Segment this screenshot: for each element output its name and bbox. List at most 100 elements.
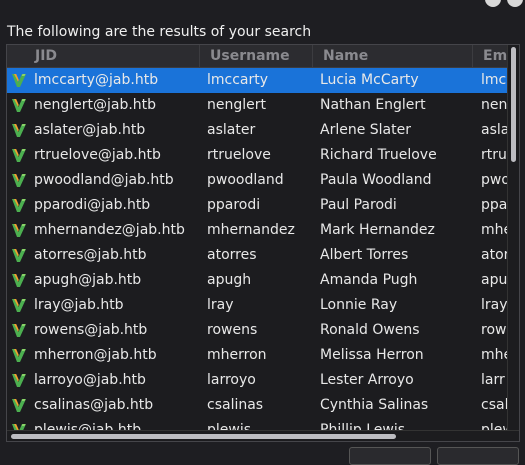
cell-username: mhernandez <box>207 222 295 238</box>
cell-name: Lonnie Ray <box>320 297 398 313</box>
cell-name: Melissa Herron <box>320 347 424 363</box>
cell-jid: csalinas@jab.htb <box>34 397 154 413</box>
cell-jid: aslater@jab.htb <box>34 122 146 138</box>
dialog-button-left[interactable] <box>349 447 431 465</box>
table-row[interactable]: csalinas@jab.htb csalinas Cynthia Salinas c… <box>7 393 507 418</box>
cell-name: Amanda Pugh <box>320 272 418 288</box>
cell-username: atorres <box>207 247 257 263</box>
cell-email: nen <box>481 97 507 113</box>
user-contact-icon <box>11 368 29 393</box>
table-row[interactable]: plewis@jab.htb plewis Phillip Lewis plew <box>7 418 507 430</box>
cell-name: Lucia McCarty <box>320 72 419 88</box>
dialog-button-right[interactable] <box>437 447 519 465</box>
table-row[interactable]: atorres@jab.htb atorres Albert Torres ator <box>7 243 507 268</box>
dialog-buttons <box>349 447 519 465</box>
column-header-name[interactable]: Name <box>313 45 473 67</box>
cell-name: Mark Hernandez <box>320 222 435 238</box>
cell-username: aslater <box>207 122 256 138</box>
table-row[interactable]: pwoodland@jab.htb pwoodland Paula Woodland… <box>7 168 507 193</box>
cell-jid: mhernandez@jab.htb <box>34 222 185 238</box>
user-contact-icon <box>11 143 29 168</box>
cell-jid: rowens@jab.htb <box>34 322 148 338</box>
cell-name: Richard Truelove <box>320 147 437 163</box>
table-row[interactable]: rowens@jab.htb rowens Ronald Owens row <box>7 318 507 343</box>
cell-jid: rtruelove@jab.htb <box>34 147 161 163</box>
cell-jid: mherron@jab.htb <box>34 347 157 363</box>
cell-username: pparodi <box>207 197 261 213</box>
user-contact-icon <box>11 293 29 318</box>
user-contact-icon <box>11 418 29 430</box>
cell-jid: larroyo@jab.htb <box>34 372 146 388</box>
table-row[interactable]: nenglert@jab.htb nenglert Nathan Englert ne… <box>7 93 507 118</box>
cell-name: Arlene Slater <box>320 122 411 138</box>
cell-email: apu <box>481 272 507 288</box>
cell-email: ator <box>481 247 507 263</box>
cell-jid: lray@jab.htb <box>34 297 124 313</box>
table-row[interactable]: mhernandez@jab.htb mhernandez Mark Hernand… <box>7 218 507 243</box>
table-row[interactable]: lmccarty@jab.htb lmccarty Lucia McCarty lmc <box>7 68 507 93</box>
search-results-table: JID Username Name Ema lmccarty@jab.htb lm… <box>6 44 520 442</box>
cell-email: csal <box>481 397 507 413</box>
cell-email: asla <box>481 122 507 138</box>
column-header-jid[interactable]: JID <box>7 45 200 67</box>
cell-name: Paula Woodland <box>320 172 432 188</box>
cell-jid: nenglert@jab.htb <box>34 97 157 113</box>
horizontal-scrollbar[interactable] <box>7 430 519 441</box>
user-contact-icon <box>11 93 29 118</box>
user-contact-icon <box>11 218 29 243</box>
user-contact-icon <box>11 68 29 93</box>
cell-username: pwoodland <box>207 172 284 188</box>
close-button[interactable] <box>507 0 523 7</box>
table-row[interactable]: pparodi@jab.htb pparodi Paul Parodi ppar <box>7 193 507 218</box>
cell-name: Ronald Owens <box>320 322 420 338</box>
cell-name: Nathan Englert <box>320 97 426 113</box>
user-contact-icon <box>11 243 29 268</box>
cell-name: Lester Arroyo <box>320 372 414 388</box>
cell-username: mherron <box>207 347 267 363</box>
cell-username: nenglert <box>207 97 266 113</box>
cell-email: rtru <box>481 147 507 163</box>
horizontal-scrollbar-thumb[interactable] <box>11 434 396 439</box>
cell-jid: plewis@jab.htb <box>34 422 142 430</box>
cell-name: Cynthia Salinas <box>320 397 429 413</box>
table-row[interactable]: larroyo@jab.htb larroyo Lester Arroyo larr <box>7 368 507 393</box>
table-body: lmccarty@jab.htb lmccarty Lucia McCarty lmc… <box>7 68 507 430</box>
cell-jid: atorres@jab.htb <box>34 247 147 263</box>
user-contact-icon <box>11 193 29 218</box>
cell-username: lray <box>207 297 234 313</box>
cell-username: rtruelove <box>207 147 271 163</box>
cell-email: ppar <box>481 197 507 213</box>
user-contact-icon <box>11 118 29 143</box>
cell-email: larr <box>481 372 505 388</box>
user-contact-icon <box>11 393 29 418</box>
table-row[interactable]: lray@jab.htb lray Lonnie Ray lray <box>7 293 507 318</box>
user-contact-icon <box>11 318 29 343</box>
vertical-scrollbar-thumb[interactable] <box>511 47 516 162</box>
cell-email: plew <box>481 422 507 430</box>
cell-username: plewis <box>207 422 252 430</box>
cell-name: Albert Torres <box>320 247 409 263</box>
cell-jid: pwoodland@jab.htb <box>34 172 174 188</box>
table-row[interactable]: apugh@jab.htb apugh Amanda Pugh apu <box>7 268 507 293</box>
table-row[interactable]: mherron@jab.htb mherron Melissa Herron mhe <box>7 343 507 368</box>
minimize-button[interactable] <box>485 0 501 7</box>
cell-email: mhe <box>481 347 507 363</box>
cell-username: larroyo <box>207 372 256 388</box>
window-controls <box>485 0 523 7</box>
results-heading: The following are the results of your se… <box>7 24 312 40</box>
vertical-scrollbar[interactable] <box>507 45 519 430</box>
table-row[interactable]: rtruelove@jab.htb rtruelove Richard Truelo… <box>7 143 507 168</box>
user-contact-icon <box>11 343 29 368</box>
user-contact-icon <box>11 268 29 293</box>
cell-name: Phillip Lewis <box>320 422 406 430</box>
table-row[interactable]: aslater@jab.htb aslater Arlene Slater asla <box>7 118 507 143</box>
cell-username: csalinas <box>207 397 264 413</box>
user-contact-icon <box>11 168 29 193</box>
cell-username: rowens <box>207 322 258 338</box>
cell-jid: lmccarty@jab.htb <box>34 72 159 88</box>
table-header: JID Username Name Ema <box>7 45 513 68</box>
cell-username: lmccarty <box>207 72 269 88</box>
cell-email: mhe <box>481 222 507 238</box>
column-header-username[interactable]: Username <box>200 45 313 67</box>
cell-email: lray <box>481 297 507 313</box>
